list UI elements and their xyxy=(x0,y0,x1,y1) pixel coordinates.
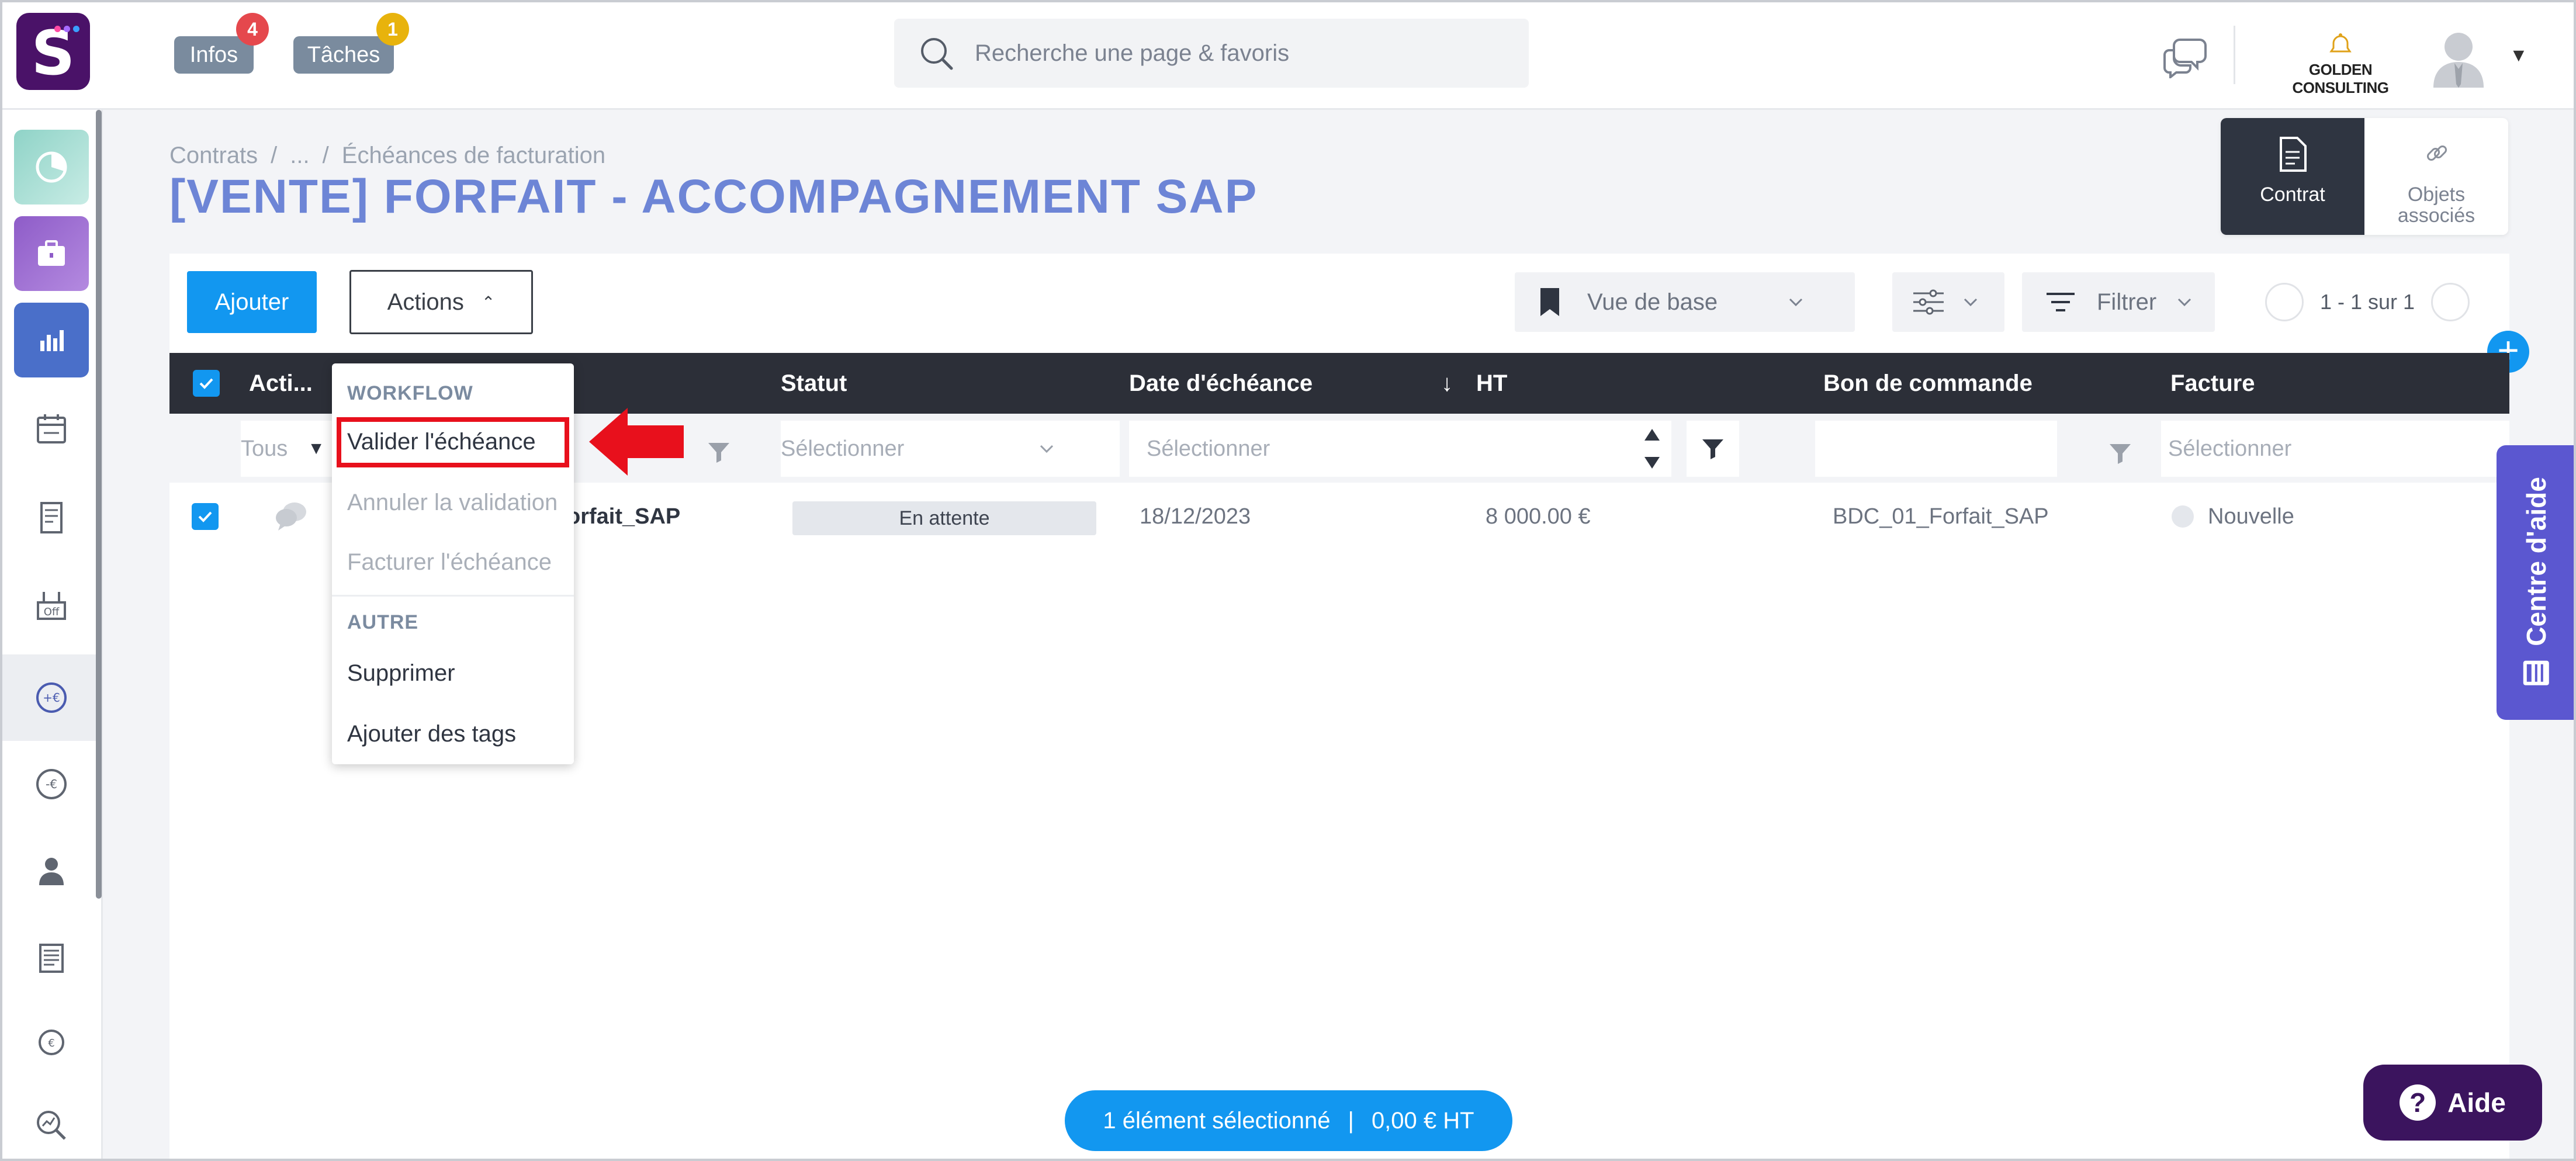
window-frame xyxy=(0,0,2576,1161)
